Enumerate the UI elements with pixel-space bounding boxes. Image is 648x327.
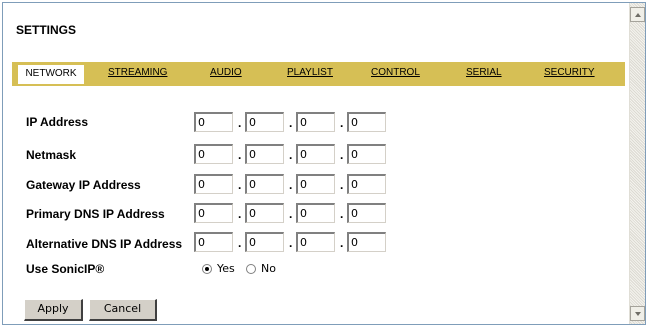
alt-dns-octet-4[interactable]: 0 bbox=[347, 232, 386, 252]
alt-dns-octet-3[interactable]: 0 bbox=[296, 232, 335, 252]
tab-serial[interactable]: SERIAL bbox=[466, 67, 502, 78]
gateway-octet-2[interactable]: 0 bbox=[245, 174, 284, 194]
netmask-octet-2[interactable]: 0 bbox=[245, 144, 284, 164]
ip-dot: . bbox=[340, 116, 344, 130]
ip-dot: . bbox=[238, 148, 242, 162]
sonicip-yes-radio[interactable] bbox=[202, 264, 212, 274]
alt-dns-octet-1[interactable]: 0 bbox=[194, 232, 233, 252]
ip-dot: . bbox=[340, 236, 344, 250]
ip-dot: . bbox=[340, 207, 344, 221]
netmask-label: Netmask bbox=[26, 148, 77, 162]
ip-address-octet-3[interactable]: 0 bbox=[296, 112, 335, 132]
ip-dot: . bbox=[238, 178, 242, 192]
ip-dot: . bbox=[289, 178, 293, 192]
ip-dot: . bbox=[340, 178, 344, 192]
netmask-octet-4[interactable]: 0 bbox=[347, 144, 386, 164]
ip-address-octet-1[interactable]: 0 bbox=[194, 112, 233, 132]
primary-dns-octet-1[interactable]: 0 bbox=[194, 203, 233, 223]
ip-dot: . bbox=[340, 148, 344, 162]
gateway-label: Gateway IP Address bbox=[26, 178, 141, 192]
primary-dns-label: Primary DNS IP Address bbox=[26, 207, 165, 221]
netmask-octet-3[interactable]: 0 bbox=[296, 144, 335, 164]
primary-dns-octet-3[interactable]: 0 bbox=[296, 203, 335, 223]
primary-dns-octet-2[interactable]: 0 bbox=[245, 203, 284, 223]
sonicip-label: Use SonicIP® bbox=[26, 262, 105, 276]
ip-dot: . bbox=[238, 236, 242, 250]
ip-dot: . bbox=[289, 207, 293, 221]
sonicip-yes-label: Yes bbox=[217, 262, 235, 275]
sonicip-no-radio[interactable] bbox=[246, 264, 256, 274]
netmask-octet-1[interactable]: 0 bbox=[194, 144, 233, 164]
scroll-down-button[interactable] bbox=[630, 306, 645, 321]
tab-streaming[interactable]: STREAMING bbox=[108, 67, 167, 78]
ip-dot: . bbox=[238, 116, 242, 130]
cancel-button[interactable]: Cancel bbox=[89, 299, 157, 321]
scroll-up-button[interactable] bbox=[630, 7, 645, 22]
tab-bar: NETWORK STREAMING AUDIO PLAYLIST CONTROL… bbox=[12, 62, 625, 86]
ip-dot: . bbox=[238, 207, 242, 221]
vertical-scrollbar[interactable] bbox=[629, 3, 645, 324]
alt-dns-octet-2[interactable]: 0 bbox=[245, 232, 284, 252]
sonicip-no-label: No bbox=[261, 262, 276, 275]
ip-dot: . bbox=[289, 116, 293, 130]
tab-playlist[interactable]: PLAYLIST bbox=[287, 67, 333, 78]
alt-dns-label: Alternative DNS IP Address bbox=[26, 237, 183, 251]
triangle-up-icon bbox=[635, 13, 641, 17]
ip-dot: . bbox=[289, 236, 293, 250]
settings-frame: SETTINGS NETWORK STREAMING AUDIO PLAYLIS… bbox=[2, 2, 646, 325]
tab-control[interactable]: CONTROL bbox=[371, 67, 420, 78]
primary-dns-octet-4[interactable]: 0 bbox=[347, 203, 386, 223]
tab-network[interactable]: NETWORK bbox=[18, 65, 84, 84]
ip-address-octet-2[interactable]: 0 bbox=[245, 112, 284, 132]
gateway-octet-3[interactable]: 0 bbox=[296, 174, 335, 194]
apply-button[interactable]: Apply bbox=[24, 299, 83, 321]
settings-content: SETTINGS NETWORK STREAMING AUDIO PLAYLIS… bbox=[3, 3, 629, 324]
gateway-octet-1[interactable]: 0 bbox=[194, 174, 233, 194]
tab-security[interactable]: SECURITY bbox=[544, 67, 595, 78]
gateway-octet-4[interactable]: 0 bbox=[347, 174, 386, 194]
page-title: SETTINGS bbox=[16, 23, 77, 37]
triangle-down-icon bbox=[635, 312, 641, 316]
tab-audio[interactable]: AUDIO bbox=[210, 67, 242, 78]
ip-address-label: IP Address bbox=[26, 115, 89, 129]
ip-address-octet-4[interactable]: 0 bbox=[347, 112, 386, 132]
ip-dot: . bbox=[289, 148, 293, 162]
